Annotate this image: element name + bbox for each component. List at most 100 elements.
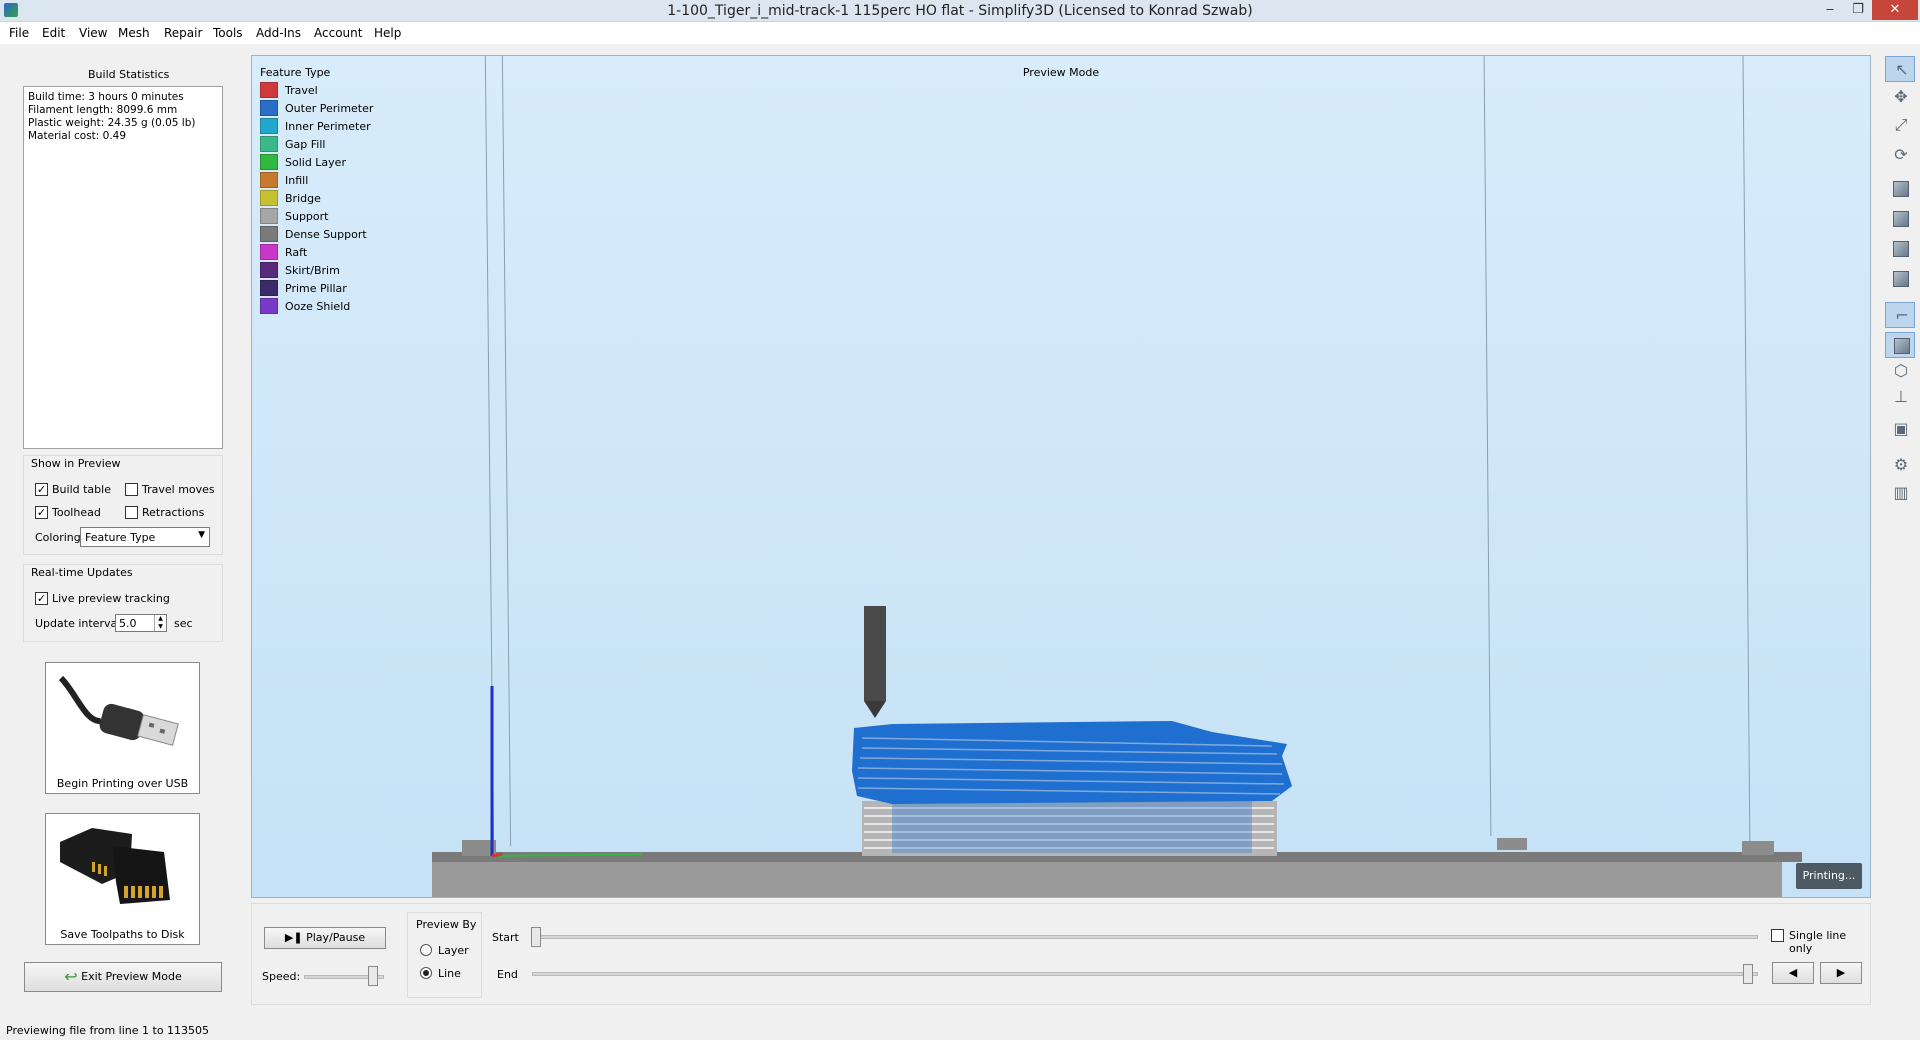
close-button[interactable]: ✕ — [1872, 0, 1918, 20]
update-interval-input[interactable]: 5.0 ▲ ▼ — [115, 614, 167, 632]
settings-icon: ⚙ — [1893, 455, 1909, 474]
view-iso-button[interactable] — [1885, 266, 1915, 292]
right-toolbar: ↖ ✥ ⤢ ⟳ ⌐ ⬡ ⊥ ▣ ⚙ ▥ — [1883, 52, 1919, 532]
restore-button[interactable]: ❐ — [1844, 0, 1872, 20]
normals-view-icon: ⊥ — [1894, 387, 1908, 406]
axes-toggle-button[interactable]: ⌐ — [1885, 302, 1915, 328]
usb-button-label: Begin Printing over USB — [56, 777, 189, 790]
solid-view-button[interactable] — [1885, 332, 1915, 358]
playback-controls: ▶❚ Play/Pause Speed: Preview By Layer Li… — [251, 903, 1871, 1005]
normals-view-button[interactable]: ⊥ — [1885, 384, 1915, 410]
build-stats-box: Build time: 3 hours 0 minutes Filament l… — [23, 86, 223, 449]
end-slider-track[interactable] — [532, 972, 1758, 976]
line-radio[interactable] — [420, 967, 432, 979]
view-iso-icon — [1893, 271, 1909, 287]
retractions-checkbox[interactable] — [125, 506, 138, 519]
play-pause-icon: ▶❚ — [284, 931, 303, 944]
build-table-label: Build table — [52, 483, 111, 496]
spin-up-icon[interactable]: ▲ — [154, 615, 166, 623]
stat-filament-length: Filament length: 8099.6 mm — [28, 104, 178, 116]
layer-radio[interactable] — [420, 944, 432, 956]
inner-model-shading — [892, 801, 1252, 853]
move-tool-button[interactable]: ✥ — [1885, 84, 1915, 110]
settings-button[interactable]: ⚙ — [1885, 452, 1915, 478]
radio-selected-dot — [423, 970, 429, 976]
build-table-checkbox[interactable]: ✓ — [35, 483, 48, 496]
view-top-button[interactable] — [1885, 206, 1915, 232]
travel-moves-checkbox[interactable] — [125, 483, 138, 496]
menu-add-ins[interactable]: Add-Ins — [256, 26, 301, 40]
start-label: Start — [492, 931, 519, 944]
bed-clip — [1742, 841, 1774, 855]
next-line-button[interactable]: ▶ — [1820, 962, 1862, 984]
menu-mesh[interactable]: Mesh — [118, 26, 150, 40]
end-label: End — [497, 968, 518, 981]
single-line-label: Single line only — [1789, 929, 1847, 955]
toolhead-nozzle — [864, 606, 886, 701]
menu-file[interactable]: File — [9, 26, 29, 40]
nozzle-tip — [864, 701, 886, 718]
start-slider-thumb[interactable] — [531, 927, 541, 947]
stat-build-time: Build time: 3 hours 0 minutes — [28, 91, 184, 103]
menu-bar: File Edit View Mesh Repair Tools Add-Ins… — [0, 22, 1920, 44]
exit-preview-button[interactable]: ↩ Exit Preview Mode — [24, 962, 222, 992]
minimize-button[interactable]: ‒ — [1816, 0, 1844, 20]
view-side-button[interactable] — [1885, 236, 1915, 262]
printing-status-badge: Printing... — [1796, 863, 1862, 889]
update-interval-value: 5.0 — [119, 617, 137, 630]
menu-edit[interactable]: Edit — [42, 26, 65, 40]
preview-viewport[interactable]: Feature Type Travel Outer Perimeter Inner … — [251, 55, 1871, 898]
prev-line-button[interactable]: ◀ — [1772, 962, 1814, 984]
rotate-tool-button[interactable]: ⟳ — [1885, 142, 1915, 168]
select-tool-button[interactable]: ↖ — [1885, 56, 1915, 82]
cross-section-button[interactable]: ▣ — [1885, 416, 1915, 442]
begin-printing-usb-button[interactable]: Begin Printing over USB — [45, 662, 200, 794]
wireframe-view-icon: ⬡ — [1894, 361, 1908, 380]
menu-repair[interactable]: Repair — [164, 26, 202, 40]
x-axis-marker — [491, 852, 503, 858]
status-bar: Previewing file from line 1 to 113505 — [0, 1020, 1920, 1040]
print-preview-scene — [432, 606, 1802, 897]
cross-section-icon: ▣ — [1893, 419, 1909, 438]
back-arrow-icon: ↩ — [64, 967, 78, 986]
play-pause-label: Play/Pause — [306, 931, 366, 944]
wireframe-view-button[interactable]: ⬡ — [1885, 358, 1915, 384]
preview-by-label: Preview By — [416, 918, 477, 931]
update-interval-unit: sec — [174, 617, 193, 630]
end-slider-thumb[interactable] — [1743, 964, 1753, 984]
show-in-preview-heading: Show in Preview — [31, 457, 121, 470]
axes-toggle-icon: ⌐ — [1895, 306, 1909, 325]
spin-down-icon[interactable]: ▼ — [154, 623, 166, 631]
sd-card-icon — [60, 828, 170, 904]
menu-account[interactable]: Account — [314, 26, 362, 40]
menu-help[interactable]: Help — [374, 26, 401, 40]
stat-material-cost: Material cost: 0.49 — [28, 130, 127, 142]
bed-clip — [1497, 838, 1527, 850]
move-tool-icon: ✥ — [1894, 87, 1908, 106]
view-side-icon — [1893, 241, 1909, 257]
speed-slider-thumb[interactable] — [368, 966, 378, 986]
select-tool-icon: ↖ — [1895, 60, 1909, 79]
start-slider-track[interactable] — [532, 935, 1758, 939]
realtime-updates-heading: Real-time Updates — [31, 566, 133, 579]
menu-tools[interactable]: Tools — [213, 26, 243, 40]
save-toolpaths-button[interactable]: Save Toolpaths to Disk — [45, 813, 200, 945]
travel-moves-label: Travel moves — [142, 483, 215, 496]
view-front-icon — [1893, 181, 1909, 197]
solid-view-icon — [1894, 338, 1910, 354]
play-pause-button[interactable]: ▶❚ Play/Pause — [264, 927, 386, 949]
chevron-down-icon: ▼ — [198, 530, 205, 540]
toolhead-checkbox[interactable]: ✓ — [35, 506, 48, 519]
coloring-select[interactable]: Feature Type ▼ — [80, 527, 210, 547]
scale-tool-button[interactable]: ⤢ — [1885, 112, 1915, 138]
support-view-button[interactable]: ▥ — [1885, 480, 1915, 506]
live-preview-label: Live preview tracking — [52, 592, 170, 605]
usb-cable-icon — [58, 675, 179, 746]
menu-view[interactable]: View — [79, 26, 107, 40]
view-front-button[interactable] — [1885, 176, 1915, 202]
view-top-icon — [1893, 211, 1909, 227]
speed-label: Speed: — [262, 970, 301, 983]
single-line-checkbox[interactable] — [1771, 929, 1784, 942]
live-preview-checkbox[interactable]: ✓ — [35, 592, 48, 605]
coloring-label: Coloring — [35, 531, 81, 544]
